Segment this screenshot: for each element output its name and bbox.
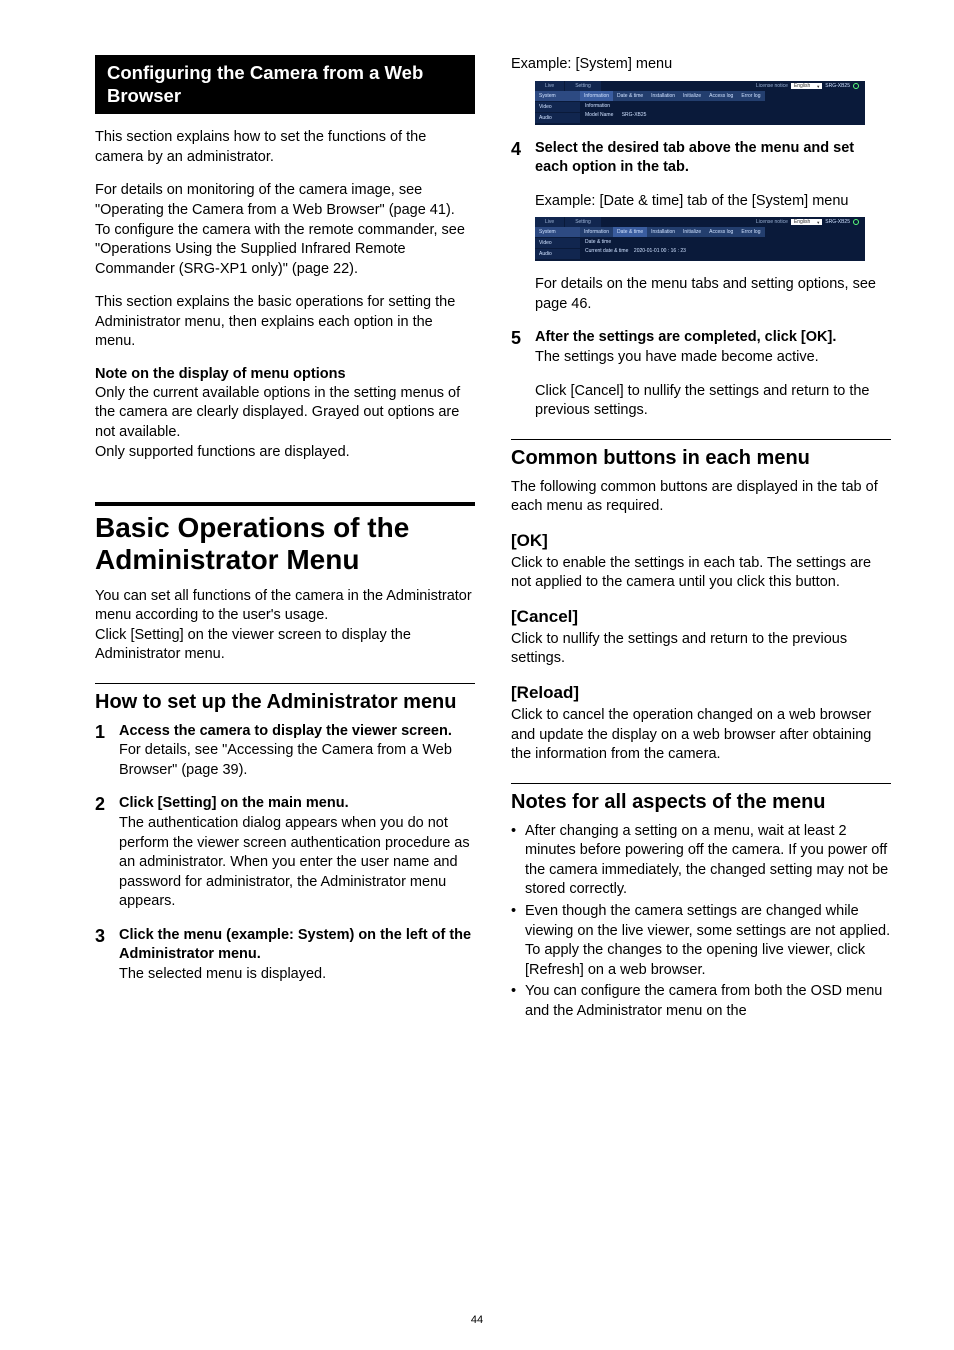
tab-setting[interactable]: Setting (565, 217, 602, 227)
side-audio[interactable]: Audio (535, 249, 580, 260)
model-label: SRG-XB25 (825, 83, 850, 89)
step-number: 3 (95, 926, 119, 985)
tab-accesslog[interactable]: Access log (705, 227, 737, 237)
paragraph: To configure the camera with the remote … (95, 221, 475, 280)
step-1: 1 Access the camera to display the viewe… (95, 722, 475, 781)
paragraph: For details on the menu tabs and setting… (535, 275, 891, 314)
content-heading: Information (585, 103, 646, 109)
step-5: 5 After the settings are completed, clic… (511, 328, 891, 367)
tab-installation[interactable]: Installation (647, 91, 679, 101)
content-heading: Date & time (585, 239, 686, 245)
step-body: The selected menu is displayed. (119, 966, 326, 982)
note-item: After changing a setting on a menu, wait… (511, 822, 891, 900)
example-label: Example: [System] menu (511, 55, 891, 75)
side-system[interactable]: System (535, 227, 580, 238)
side-audio[interactable]: Audio (535, 113, 580, 124)
field-label: Model Name (585, 112, 613, 118)
step-body: The settings you have made become active… (535, 349, 819, 365)
step-body: For details, see "Accessing the Camera f… (119, 742, 452, 778)
tab-accesslog[interactable]: Access log (705, 91, 737, 101)
tab-initialize[interactable]: Initialize (679, 91, 705, 101)
admin-menu-datetime-screenshot: Live Setting License notice English SRG-… (535, 217, 865, 261)
subsection-heading: Notes for all aspects of the menu (511, 790, 891, 814)
paragraph: Click to cancel the operation changed on… (511, 706, 891, 765)
step-lead: Click the menu (example: System) on the … (119, 927, 471, 963)
paragraph: This section explains the basic operatio… (95, 293, 475, 352)
admin-menu-screenshot: Live Setting License notice English SRG-… (535, 81, 865, 125)
tab-errorlog[interactable]: Error log (737, 227, 764, 237)
language-select[interactable]: English (791, 83, 822, 89)
paragraph: The following common buttons are display… (511, 478, 891, 517)
step-number: 1 (95, 722, 119, 781)
side-system[interactable]: System (535, 91, 580, 102)
license-label: License notice (756, 83, 788, 89)
tab-live[interactable]: Live (535, 217, 565, 227)
tab-datetime[interactable]: Date & time (613, 91, 647, 101)
intro-paragraph: This section explains how to set the fun… (95, 128, 475, 167)
subsection-heading: Common buttons in each menu (511, 446, 891, 470)
note-item: Even though the camera settings are chan… (511, 902, 891, 980)
step-lead: After the settings are completed, click … (535, 329, 836, 345)
step-number: 2 (95, 794, 119, 911)
tab-initialize[interactable]: Initialize (679, 227, 705, 237)
divider (95, 683, 475, 684)
tab-installation[interactable]: Installation (647, 227, 679, 237)
page-number: 44 (0, 1314, 954, 1326)
side-video[interactable]: Video (535, 102, 580, 113)
field-value: SRG-XB25 (622, 112, 647, 118)
tab-information[interactable]: Information (580, 227, 613, 237)
tab-live[interactable]: Live (535, 81, 565, 91)
field-value: 2020-01-01 00 : 16 : 23 (634, 248, 686, 254)
step-body: The authentication dialog appears when y… (119, 815, 470, 909)
example-label: Example: [Date & time] tab of the [Syste… (535, 192, 891, 212)
reload-heading: [Reload] (511, 683, 891, 703)
power-icon[interactable] (853, 219, 859, 225)
subsection-heading: How to set up the Administrator menu (95, 690, 475, 714)
paragraph: Click to enable the settings in each tab… (511, 554, 891, 593)
divider (511, 439, 891, 440)
paragraph: You can set all functions of the camera … (95, 587, 475, 626)
field-label: Current date & time (585, 248, 628, 254)
step-number: 5 (511, 328, 535, 367)
step-number: 4 (511, 139, 535, 178)
divider (511, 783, 891, 784)
note-body: Only the current available options in th… (95, 384, 475, 462)
step-lead: Select the desired tab above the menu an… (535, 140, 854, 176)
paragraph: Click [Setting] on the viewer screen to … (95, 626, 475, 665)
license-label: License notice (756, 219, 788, 225)
paragraph: For details on monitoring of the camera … (95, 181, 475, 220)
page-title: Basic Operations of the Administrator Me… (95, 512, 475, 576)
step-lead: Click [Setting] on the main menu. (119, 795, 349, 811)
model-label: SRG-XB25 (825, 219, 850, 225)
cancel-heading: [Cancel] (511, 607, 891, 627)
paragraph: Click [Cancel] to nullify the settings a… (535, 382, 891, 421)
divider (95, 502, 475, 506)
step-lead: Access the camera to display the viewer … (119, 723, 452, 739)
tab-information[interactable]: Information (580, 91, 613, 101)
tab-datetime[interactable]: Date & time (613, 227, 647, 237)
step-2: 2 Click [Setting] on the main menu. The a… (95, 794, 475, 911)
power-icon[interactable] (853, 83, 859, 89)
note-item: You can configure the camera from both t… (511, 982, 891, 1021)
ok-heading: [OK] (511, 531, 891, 551)
language-select[interactable]: English (791, 219, 822, 225)
section-heading: Configuring the Camera from a Web Browse… (95, 55, 475, 114)
tab-errorlog[interactable]: Error log (737, 91, 764, 101)
step-4: 4 Select the desired tab above the menu … (511, 139, 891, 178)
side-video[interactable]: Video (535, 238, 580, 249)
paragraph: Click to nullify the settings and return… (511, 630, 891, 669)
tab-setting[interactable]: Setting (565, 81, 602, 91)
note-heading: Note on the display of menu options (95, 366, 475, 382)
step-3: 3 Click the menu (example: System) on th… (95, 926, 475, 985)
